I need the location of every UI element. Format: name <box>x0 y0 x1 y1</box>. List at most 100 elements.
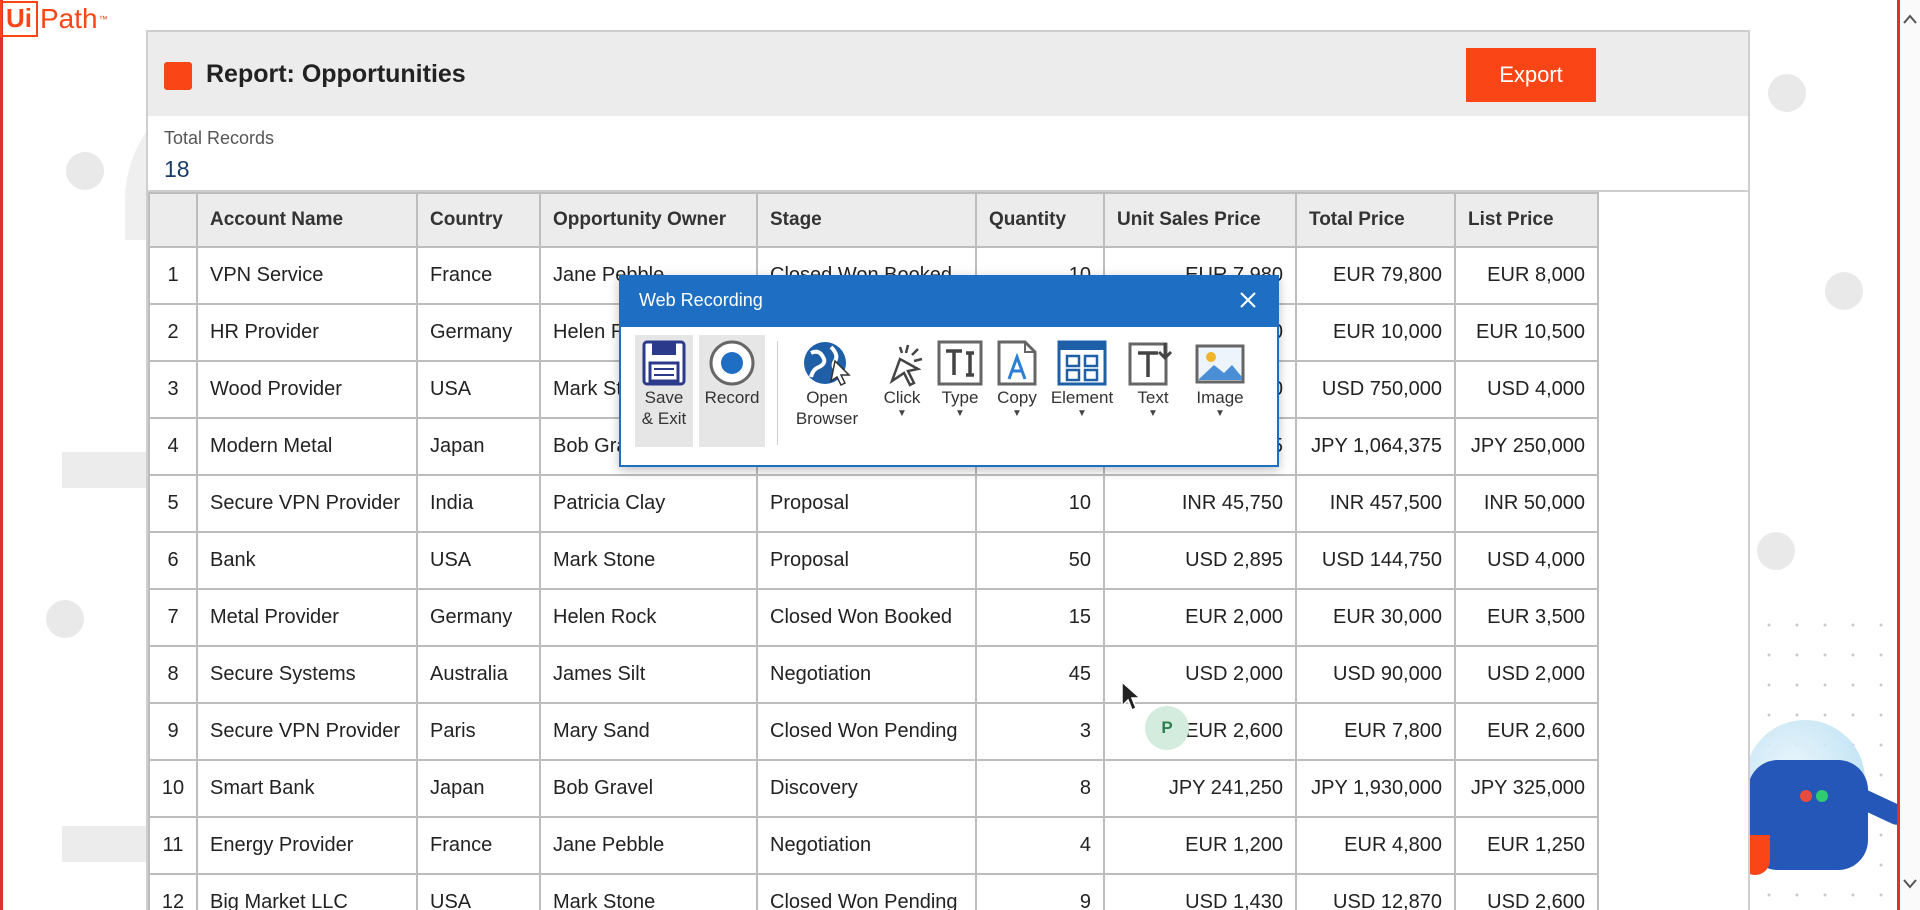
column-header-country[interactable]: Country <box>416 192 541 248</box>
cell-list-price: EUR 1,250 <box>1454 816 1599 875</box>
chevron-down-icon[interactable]: ▼ <box>991 408 1043 420</box>
cell-opportunity-owner: Patricia Clay <box>539 474 758 533</box>
logo-path-text: Path <box>40 3 98 34</box>
click-button[interactable]: Click ▼ <box>875 335 929 447</box>
cell-index: 11 <box>148 816 198 875</box>
cell-total-price: EUR 10,000 <box>1295 303 1456 362</box>
cell-country: USA <box>416 360 541 419</box>
cell-total-price: INR 457,500 <box>1295 474 1456 533</box>
column-header-account-name[interactable]: Account Name <box>196 192 418 248</box>
cursor-click-icon <box>889 344 923 387</box>
cell-index: 10 <box>148 759 198 818</box>
open-browser-label-2: Browser <box>795 409 859 428</box>
cell-stage: Closed Won Pending <box>756 873 977 910</box>
cell-index: 6 <box>148 531 198 590</box>
cell-country: USA <box>416 873 541 910</box>
cell-list-price: EUR 8,000 <box>1454 246 1599 305</box>
cell-index: 1 <box>148 246 198 305</box>
chevron-down-icon[interactable]: ▼ <box>933 408 987 420</box>
chevron-down-icon[interactable]: ▼ <box>1187 408 1253 420</box>
cell-total-price: JPY 1,930,000 <box>1295 759 1456 818</box>
cell-index: 2 <box>148 303 198 362</box>
image-label: Image <box>1196 388 1244 407</box>
cell-country: Japan <box>416 759 541 818</box>
cell-opportunity-owner: Helen Rock <box>539 588 758 647</box>
cell-quantity: 3 <box>975 702 1105 761</box>
column-header-total-price[interactable]: Total Price <box>1295 192 1456 248</box>
text-button[interactable]: Text ▼ <box>1125 335 1181 447</box>
column-header-index[interactable] <box>148 192 198 248</box>
cell-index: 7 <box>148 588 198 647</box>
table-row[interactable]: 8 Secure Systems Australia James Silt Negoti… <box>148 645 1599 704</box>
table-row[interactable]: 11 Energy Provider France Jane Pebble Negoti… <box>148 816 1599 875</box>
table-row[interactable]: 5 Secure VPN Provider India Patricia Clay Pr… <box>148 474 1599 533</box>
logo-ui-box: Ui <box>0 1 38 37</box>
cell-quantity: 45 <box>975 645 1105 704</box>
cell-account-name: Smart Bank <box>196 759 418 818</box>
toolbar-separator <box>777 341 778 445</box>
chevron-down-icon[interactable]: ▼ <box>1125 408 1181 420</box>
element-button[interactable]: Element ▼ <box>1047 335 1117 447</box>
record-label: Record <box>704 388 760 407</box>
robot-light <box>1816 790 1828 802</box>
save-exit-label-2: & Exit <box>641 409 687 428</box>
dialog-titlebar[interactable]: Web Recording <box>621 277 1277 327</box>
cell-account-name: Energy Provider <box>196 816 418 875</box>
open-browser-label-1: Open <box>806 388 848 407</box>
cell-total-price: USD 144,750 <box>1295 531 1456 590</box>
cell-index: 9 <box>148 702 198 761</box>
cell-account-name: Bank <box>196 531 418 590</box>
cell-list-price: USD 4,000 <box>1454 531 1599 590</box>
table-row[interactable]: 10 Smart Bank Japan Bob Gravel Discovery 8 JPY… <box>148 759 1599 818</box>
record-button[interactable]: Record <box>699 335 765 447</box>
cell-quantity: 8 <box>975 759 1105 818</box>
type-button[interactable]: Type ▼ <box>933 335 987 447</box>
avatar-badge[interactable]: P <box>1145 706 1189 750</box>
image-button[interactable]: Image ▼ <box>1187 335 1253 447</box>
cell-stage: Proposal <box>756 531 977 590</box>
cell-list-price: JPY 325,000 <box>1454 759 1599 818</box>
copy-button[interactable]: Copy ▼ <box>991 335 1043 447</box>
scroll-up-icon[interactable] <box>1900 10 1920 30</box>
column-header-list-price[interactable]: List Price <box>1454 192 1599 248</box>
scroll-down-icon[interactable] <box>1900 875 1920 895</box>
page-scrollbar[interactable] <box>1900 0 1920 910</box>
window-border-left <box>0 0 3 910</box>
cell-quantity: 4 <box>975 816 1105 875</box>
save-exit-button[interactable]: Save & Exit <box>635 335 693 447</box>
chevron-down-icon[interactable]: ▼ <box>1047 408 1117 420</box>
table-row[interactable]: 7 Metal Provider Germany Helen Rock Closed W… <box>148 588 1599 647</box>
cell-index: 8 <box>148 645 198 704</box>
cell-opportunity-owner: Bob Gravel <box>539 759 758 818</box>
cell-account-name: Secure VPN Provider <box>196 702 418 761</box>
cell-opportunity-owner: Mark Stone <box>539 873 758 910</box>
cell-total-price: EUR 4,800 <box>1295 816 1456 875</box>
chevron-down-icon[interactable]: ▼ <box>875 408 929 420</box>
cell-unit-sales-price: USD 1,430 <box>1103 873 1297 910</box>
robot-light <box>1800 790 1812 802</box>
open-browser-button[interactable]: Open Browser <box>785 335 869 447</box>
cell-total-price: EUR 79,800 <box>1295 246 1456 305</box>
cell-unit-sales-price: USD 2,895 <box>1103 531 1297 590</box>
table-row[interactable]: 12 Big Market LLC USA Mark Stone Closed Won … <box>148 873 1599 910</box>
table-row[interactable]: 6 Bank USA Mark Stone Proposal 50 USD 2,895 USD… <box>148 531 1599 590</box>
column-header-stage[interactable]: Stage <box>756 192 977 248</box>
cell-quantity: 10 <box>975 474 1105 533</box>
cell-account-name: Modern Metal <box>196 417 418 476</box>
column-header-opportunity-owner[interactable]: Opportunity Owner <box>539 192 758 248</box>
decorative-bar <box>62 826 152 862</box>
close-icon[interactable] <box>1233 286 1263 316</box>
decorative-bar <box>62 452 152 488</box>
export-button[interactable]: Export <box>1466 48 1596 102</box>
cell-country: France <box>416 816 541 875</box>
cell-country: France <box>416 246 541 305</box>
table-row[interactable]: 9 Secure VPN Provider Paris Mary Sand Closed… <box>148 702 1599 761</box>
cell-account-name: HR Provider <box>196 303 418 362</box>
cell-total-price: USD 750,000 <box>1295 360 1456 419</box>
cell-country: Japan <box>416 417 541 476</box>
copy-text-icon <box>997 340 1037 386</box>
column-header-unit-sales-price[interactable]: Unit Sales Price <box>1103 192 1297 248</box>
column-header-quantity[interactable]: Quantity <box>975 192 1105 248</box>
cell-list-price: EUR 3,500 <box>1454 588 1599 647</box>
uipath-logo[interactable]: Ui Path ™ <box>0 0 108 38</box>
